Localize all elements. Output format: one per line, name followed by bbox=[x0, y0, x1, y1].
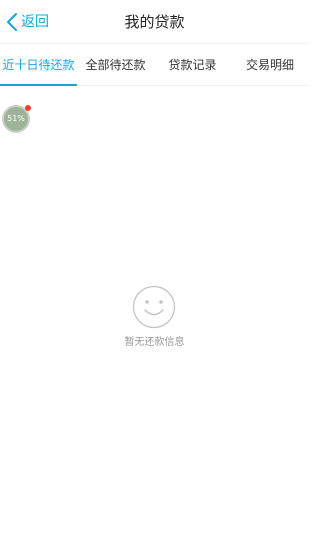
tab-transaction-details[interactable]: 交易明细 bbox=[231, 45, 309, 86]
active-tab-indicator bbox=[0, 84, 77, 86]
floating-progress-ball[interactable]: 51% bbox=[2, 105, 31, 133]
page-title: 我的贷款 bbox=[124, 13, 185, 31]
tab-all-pending[interactable]: 全部待还款 bbox=[77, 45, 154, 86]
tab-recent-ten-days[interactable]: 近十日待还款 bbox=[0, 45, 77, 86]
nav-header: 返回 我的贷款 bbox=[0, 0, 309, 44]
tab-loan-records[interactable]: 贷款记录 bbox=[154, 45, 231, 86]
progress-percent: 51% bbox=[7, 114, 25, 123]
screen: 返回 我的贷款 近十日待还款 全部待还款 贷款记录 交易明细 51% 暂无还款信… bbox=[0, 0, 309, 550]
tab-bar: 近十日待还款 全部待还款 贷款记录 交易明细 bbox=[0, 45, 309, 86]
smiley-face-icon bbox=[132, 285, 176, 329]
empty-state-message: 暂无还款信息 bbox=[124, 337, 185, 348]
notification-dot bbox=[25, 105, 31, 111]
